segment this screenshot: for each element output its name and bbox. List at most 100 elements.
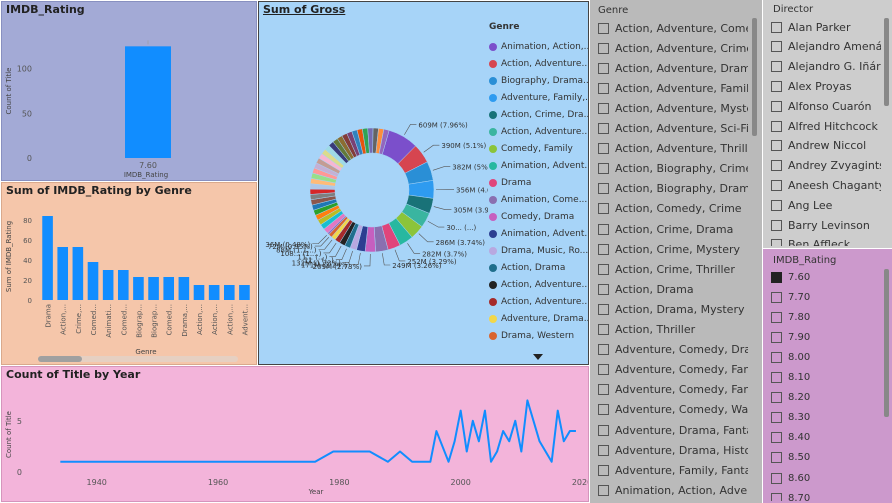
vertical-scrollbar[interactable]	[884, 269, 889, 499]
legend-item[interactable]: Action, Drama	[489, 259, 565, 276]
director-slicer-item[interactable]: Barry Levinson	[771, 215, 870, 235]
imdb-rating-slicer-item[interactable]: 7.60	[771, 267, 810, 287]
checkbox[interactable]	[771, 120, 782, 132]
genre-slicer-item[interactable]: Action, Adventure, Family	[598, 78, 748, 98]
director-slicer-item[interactable]: Alfred Hitchcock	[771, 116, 878, 136]
checkbox[interactable]	[771, 239, 782, 246]
genre-slicer-item[interactable]: Adventure, Drama, Fantasy	[598, 420, 748, 440]
legend-item[interactable]: Action, Adventure...	[489, 276, 588, 293]
checkbox[interactable]	[598, 143, 609, 155]
genre-slicer-item[interactable]: Action, Adventure, Thriller	[598, 139, 748, 159]
gross-donut-panel[interactable]: Sum of Gross 609M (7.96%) 390M (5.1%) 382M…	[258, 1, 589, 365]
genre-slicer-item[interactable]: Action, Biography, Crime	[598, 159, 748, 179]
horizontal-scrollbar[interactable]	[38, 356, 238, 362]
genre-slicer-item[interactable]: Adventure, Comedy, War	[598, 400, 748, 420]
checkbox[interactable]	[771, 311, 782, 323]
scrollbar-thumb[interactable]	[884, 269, 889, 417]
genre-slicer-item[interactable]: Animation, Action, Adventu...	[598, 480, 748, 500]
checkbox[interactable]	[598, 263, 609, 275]
legend-item[interactable]: Action, Adventure...	[489, 123, 588, 140]
checkbox[interactable]	[771, 179, 782, 191]
checkbox[interactable]	[598, 283, 609, 295]
genre-slicer-item[interactable]: Action, Comedy, Crime	[598, 199, 742, 219]
checkbox[interactable]	[771, 61, 782, 73]
checkbox[interactable]	[598, 364, 609, 376]
legend-item[interactable]: Drama, Western	[489, 327, 574, 344]
checkbox[interactable]	[598, 424, 609, 436]
director-slicer-item[interactable]: Andrew Niccol	[771, 136, 866, 156]
checkbox[interactable]	[771, 372, 782, 383]
checkbox[interactable]	[771, 160, 782, 172]
genre-slicer-item[interactable]: Action, Adventure, Crime	[598, 38, 748, 58]
checkbox[interactable]	[598, 123, 609, 134]
director-slicer[interactable]: Director Alan Parker Alejandro Amenábar Al…	[763, 0, 892, 248]
director-slicer-item[interactable]: Andrey Zvyagintsev	[771, 156, 881, 176]
legend-item[interactable]: Drama, Music, Ro...	[489, 242, 588, 259]
genre-slicer-item[interactable]: Action, Crime, Mystery	[598, 239, 740, 259]
director-slicer-item[interactable]: Ang Lee	[771, 195, 832, 215]
checkbox[interactable]	[771, 100, 782, 112]
checkbox[interactable]	[598, 223, 609, 235]
genre-slicer-item[interactable]: Action, Biography, Drama	[598, 179, 748, 199]
imdb-rating-slicer-item[interactable]: 8.30	[771, 408, 810, 428]
checkbox[interactable]	[598, 243, 609, 255]
director-slicer-item[interactable]: Aneesh Chaganty	[771, 175, 881, 195]
checkbox[interactable]	[771, 432, 782, 444]
checkbox[interactable]	[771, 199, 782, 211]
imdb-rating-slicer-item[interactable]: 8.50	[771, 448, 810, 468]
checkbox[interactable]	[598, 464, 609, 476]
imdb-rating-slicer-item[interactable]: 8.00	[771, 347, 810, 367]
checkbox[interactable]	[771, 21, 782, 33]
genre-slicer-item[interactable]: Action, Crime, Drama	[598, 219, 733, 239]
checkbox[interactable]	[598, 324, 609, 335]
genre-slicer-item[interactable]: Action, Adventure, Mystery	[598, 98, 748, 118]
legend-item[interactable]: Animation, Come...	[489, 191, 587, 208]
checkbox[interactable]	[598, 484, 609, 496]
scrollbar-thumb[interactable]	[38, 356, 82, 362]
checkbox[interactable]	[598, 102, 609, 114]
vertical-scrollbar[interactable]	[752, 18, 757, 498]
genre-slicer-item[interactable]: Adventure, Family, Fantasy	[598, 460, 748, 480]
legend-item[interactable]: Animation, Advent...	[489, 225, 588, 242]
checkbox[interactable]	[598, 344, 609, 356]
legend-item[interactable]: Animation, Advent...	[489, 157, 588, 174]
checkbox[interactable]	[771, 80, 782, 92]
checkbox[interactable]	[598, 303, 609, 315]
checkbox[interactable]	[771, 351, 782, 363]
legend-item[interactable]: Animation, Action,...	[489, 38, 588, 55]
director-slicer-item[interactable]: Alfonso Cuarón	[771, 96, 872, 116]
imdb-rating-slicer-item[interactable]: 8.60	[771, 468, 810, 488]
genre-slicer-item[interactable]: Action, Thriller	[598, 320, 695, 340]
scrollbar-thumb[interactable]	[884, 18, 889, 106]
imdb-rating-panel[interactable]: IMDB_Rating 0 50 100 7.60 IMDB_Rating Count o…	[1, 1, 257, 181]
vertical-scrollbar[interactable]	[884, 18, 889, 244]
genre-slicer-item[interactable]: Action, Drama, Mystery	[598, 299, 744, 319]
legend-item[interactable]: Drama	[489, 174, 531, 191]
checkbox[interactable]	[598, 82, 609, 94]
checkbox[interactable]	[598, 183, 609, 195]
imdb-rating-slicer-item[interactable]: 8.40	[771, 428, 810, 448]
director-slicer-item[interactable]: Alejandro Amenábar	[771, 37, 881, 57]
genre-slicer-item[interactable]: Action, Adventure, Drama	[598, 58, 748, 78]
checkbox[interactable]	[598, 404, 609, 416]
legend-item[interactable]: Biography, Drama...	[489, 72, 588, 89]
genre-slicer-item[interactable]: Action, Drama	[598, 279, 694, 299]
checkbox[interactable]	[771, 291, 782, 303]
checkbox[interactable]	[771, 140, 782, 152]
checkbox[interactable]	[598, 384, 609, 396]
checkbox[interactable]	[771, 392, 782, 404]
genre-slicer[interactable]: Genre Action, Adventure, Comedy Action, A…	[590, 0, 762, 503]
legend-item[interactable]: Adventure, Drama...	[489, 310, 588, 327]
legend-item[interactable]: Adventure, Family,...	[489, 89, 588, 106]
checkbox[interactable]	[771, 412, 782, 424]
legend-item[interactable]: Action, Crime, Dra...	[489, 106, 588, 123]
genre-slicer-item[interactable]: Adventure, Comedy, Fantasy	[598, 380, 748, 400]
checkbox[interactable]	[598, 42, 609, 54]
checkbox[interactable]	[771, 271, 782, 283]
checkbox[interactable]	[771, 331, 782, 343]
director-slicer-item[interactable]: Alex Proyas	[771, 76, 852, 96]
legend-more-arrow-icon[interactable]	[533, 354, 543, 360]
title-by-year-panel[interactable]: Count of Title by Year 0 5 1940 1960 1980 200…	[1, 366, 589, 502]
legend-item[interactable]: Action, Adventure...	[489, 293, 588, 310]
imdb-rating-slicer-item[interactable]: 7.70	[771, 287, 810, 307]
